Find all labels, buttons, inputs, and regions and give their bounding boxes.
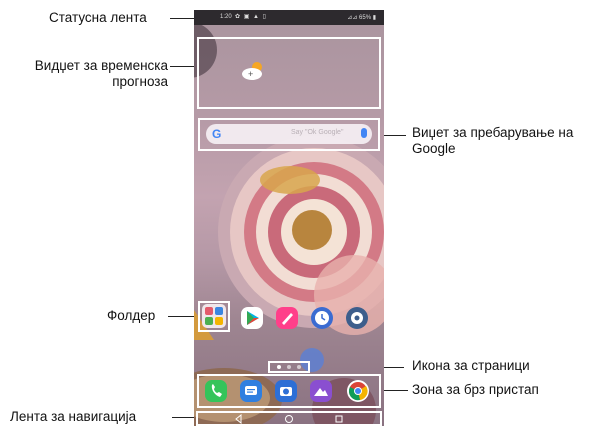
page-dot-1[interactable] bbox=[277, 365, 281, 369]
notification-icons: ✿ ▣ ▲ ▯ bbox=[235, 14, 267, 20]
search-placeholder: Say "Ok Google" bbox=[291, 129, 344, 136]
phone-screen: 1:20 ✿ ▣ ▲ ▯ ⊿⊿ 65% ▮ + G Say "Ok Google… bbox=[194, 10, 384, 426]
weather-add-icon[interactable]: + bbox=[240, 60, 266, 80]
page-dot-3[interactable] bbox=[297, 365, 301, 369]
mic-icon[interactable] bbox=[361, 128, 367, 138]
status-time: 1:20 bbox=[220, 14, 232, 20]
svg-text:+: + bbox=[248, 69, 253, 79]
google-search-label-1: Виџет за пребарување на bbox=[412, 125, 574, 140]
google-logo-icon: G bbox=[212, 127, 222, 141]
settings-app-icon[interactable] bbox=[346, 307, 368, 329]
weather-widget[interactable] bbox=[197, 37, 381, 109]
pen-app-icon[interactable] bbox=[276, 307, 298, 329]
google-search-label-2: Google bbox=[412, 141, 456, 156]
clock-app-icon[interactable] bbox=[311, 307, 333, 329]
navigation-bar-label: Лента за навигација bbox=[10, 409, 137, 424]
battery-indicator: ⊿⊿ 65% ▮ bbox=[347, 15, 376, 21]
messages-app-icon[interactable] bbox=[240, 380, 262, 402]
status-bar-label: Статусна лента bbox=[49, 10, 147, 25]
recents-icon[interactable] bbox=[334, 414, 344, 424]
weather-widget-label-2: прогноза bbox=[112, 74, 168, 89]
quick-access-leader bbox=[382, 390, 408, 391]
status-bar: 1:20 ✿ ▣ ▲ ▯ ⊿⊿ 65% ▮ bbox=[194, 10, 384, 25]
google-search-bar[interactable]: G Say "Ok Google" bbox=[206, 124, 372, 144]
folder-label: Фолдер bbox=[107, 308, 156, 323]
gallery-app-icon[interactable] bbox=[310, 380, 332, 402]
weather-widget-label-1: Видџет за временска bbox=[34, 58, 168, 73]
folder-icon[interactable] bbox=[202, 304, 226, 328]
status-bar-leader bbox=[170, 18, 196, 19]
quick-access-label: Зона за брз пристап bbox=[412, 382, 539, 397]
phone-app-icon[interactable] bbox=[205, 380, 227, 402]
back-icon[interactable] bbox=[234, 414, 244, 424]
chrome-app-icon[interactable] bbox=[347, 380, 369, 402]
home-icon[interactable] bbox=[284, 414, 294, 424]
camera-app-icon[interactable] bbox=[275, 380, 297, 402]
page-icon-label: Икона за страници bbox=[412, 358, 530, 373]
play-store-app-icon[interactable] bbox=[241, 307, 263, 329]
page-dot-2[interactable] bbox=[287, 365, 291, 369]
